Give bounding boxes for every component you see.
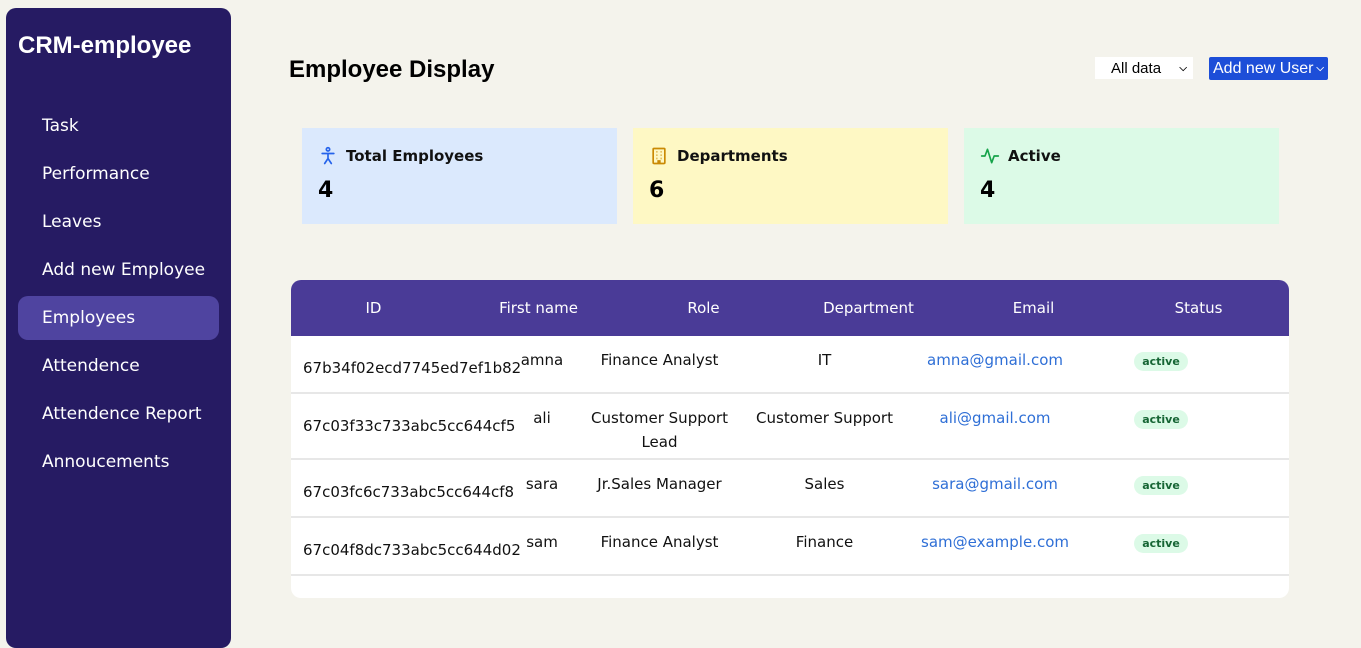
cell-id: 67c04f8dc733abc5cc644d02 [303, 541, 521, 559]
stat-card-total-employees: Total Employees 4 [302, 128, 617, 224]
cell-status: active [1083, 518, 1239, 574]
table-row[interactable]: 67c03fc6c733abc5cc644cf8 sara Jr.Sales M… [291, 460, 1289, 518]
stat-card-departments: Departments 6 [633, 128, 948, 224]
sidebar-item-label: Employees [42, 308, 136, 328]
stat-card-value: 4 [980, 178, 996, 203]
cell-first-name: amna [520, 351, 564, 369]
sidebar-item-task[interactable]: Task [18, 104, 219, 148]
sidebar-item-employees[interactable]: Employees [18, 296, 219, 340]
filter-select-value: All data [1111, 59, 1162, 77]
data-filter-select[interactable]: All data ⌵ [1095, 57, 1193, 79]
table-row[interactable]: 67c04f8dc733abc5cc644d02 sam Finance Ana… [291, 518, 1289, 576]
stat-card-active: Active 4 [964, 128, 1279, 224]
sidebar-nav: Task Performance Leaves Add new Employee… [18, 104, 219, 488]
cell-email-link[interactable]: ali@gmail.com [907, 394, 1083, 458]
column-header-role: Role [687, 299, 720, 317]
table-row[interactable]: 67c03f33c733abc5cc644cf5 ali Customer Su… [291, 394, 1289, 460]
employee-table: ID First name Role Department Email Stat… [291, 280, 1289, 598]
cell-role: Jr.Sales Manager [597, 475, 722, 493]
status-badge: active [1134, 352, 1188, 371]
cell-first-name: sara [525, 475, 559, 493]
stat-card-title: Departments [677, 147, 788, 165]
sidebar-item-label: Annoucements [42, 452, 170, 472]
table-row[interactable]: 67b34f02ecd7745ed7ef1b82 amna Finance An… [291, 336, 1289, 394]
chevron-down-icon: ⌵ [1316, 63, 1324, 74]
activity-icon [980, 146, 1000, 166]
cell-email-link[interactable]: sam@example.com [907, 518, 1083, 574]
cell-email-link[interactable]: sara@gmail.com [907, 460, 1083, 516]
cell-id: 67c03f33c733abc5cc644cf5 [303, 417, 516, 435]
status-badge: active [1134, 476, 1188, 495]
sidebar-item-label: Performance [42, 164, 150, 184]
stat-card-value: 4 [318, 178, 334, 203]
cell-first-name: ali [533, 409, 551, 427]
sidebar-item-add-new-employee[interactable]: Add new Employee [18, 248, 219, 292]
sidebar-item-label: Add new Employee [42, 260, 206, 280]
cell-department: Customer Support [756, 409, 893, 427]
cell-department: IT [817, 351, 832, 369]
table-header: ID First name Role Department Email Stat… [291, 280, 1289, 336]
sidebar-item-label: Leaves [42, 212, 102, 232]
cell-first-name: sam [526, 533, 558, 551]
cell-role: Finance Analyst [600, 351, 719, 369]
app-brand: CRM-employee [18, 32, 192, 59]
add-new-user-select[interactable]: Add new User ⌵ [1209, 57, 1328, 80]
sidebar-item-performance[interactable]: Performance [18, 152, 219, 196]
column-header-department: Department [823, 299, 914, 317]
sidebar-item-leaves[interactable]: Leaves [18, 200, 219, 244]
add-user-label: Add new User [1213, 59, 1314, 77]
sidebar: CRM-employee Task Performance Leaves Add… [6, 8, 231, 648]
cell-department: Sales [804, 475, 845, 493]
chevron-down-icon: ⌵ [1179, 62, 1187, 74]
sidebar-item-label: Attendence Report [42, 404, 202, 424]
accessibility-icon [318, 146, 338, 166]
sidebar-item-attendence-report[interactable]: Attendence Report [18, 392, 219, 436]
cell-role: Customer Support Lead [591, 409, 728, 451]
cell-email-link[interactable]: amna@gmail.com [907, 336, 1083, 392]
column-header-first-name: First name [499, 299, 578, 317]
building-icon [649, 146, 669, 166]
page-title: Employee Display [289, 56, 495, 83]
sidebar-item-label: Attendence [42, 356, 140, 376]
cell-role: Finance Analyst [600, 533, 719, 551]
cell-status: active [1083, 336, 1239, 392]
sidebar-item-attendence[interactable]: Attendence [18, 344, 219, 388]
sidebar-item-label: Task [42, 116, 79, 136]
sidebar-item-annoucements[interactable]: Annoucements [18, 440, 219, 484]
cell-department: Finance [795, 533, 854, 551]
cell-id: 67c03fc6c733abc5cc644cf8 [303, 483, 515, 501]
cell-status: active [1083, 460, 1239, 516]
stat-card-title: Active [1008, 147, 1061, 165]
column-header-status: Status [1174, 299, 1223, 317]
status-badge: active [1134, 410, 1188, 429]
stat-card-value: 6 [649, 178, 665, 203]
column-header-id: ID [365, 299, 382, 317]
cell-status: active [1083, 394, 1239, 458]
cell-id: 67b34f02ecd7745ed7ef1b82 [303, 359, 522, 377]
status-badge: active [1134, 534, 1188, 553]
stat-card-title: Total Employees [346, 147, 484, 165]
column-header-email: Email [1012, 299, 1055, 317]
